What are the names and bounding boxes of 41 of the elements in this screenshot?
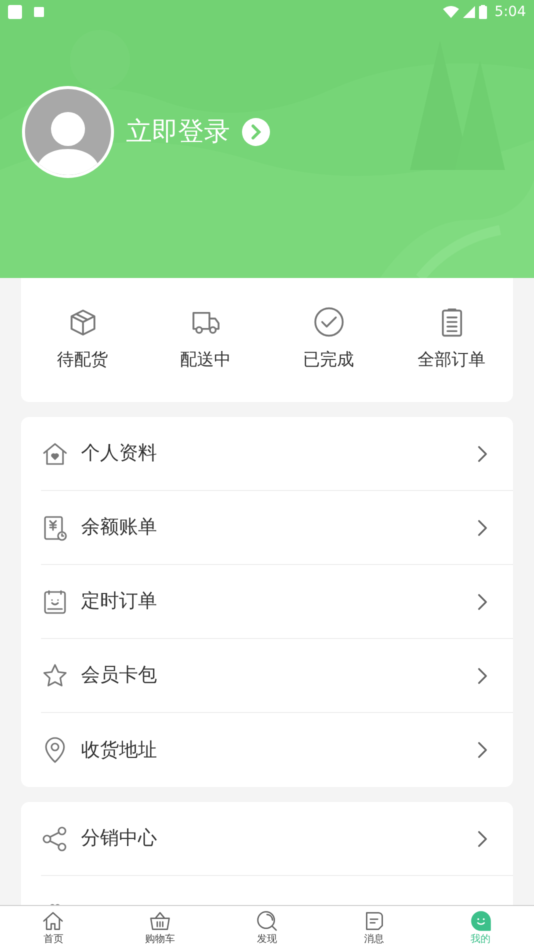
share-icon xyxy=(41,824,69,852)
menu-item[interactable]: 收货地址 xyxy=(41,713,513,787)
menu-item-label: 会员卡包 xyxy=(81,663,158,688)
notification-icon xyxy=(34,7,44,17)
menu-item-label: 分销中心 xyxy=(81,826,158,852)
tab[interactable]: 消息 xyxy=(320,906,428,950)
signal-icon xyxy=(462,6,475,18)
chevron-circle-icon xyxy=(242,118,270,146)
chevron-right-icon xyxy=(475,444,489,464)
chevron-right-icon xyxy=(475,740,489,760)
order-shortcut[interactable]: 已完成 xyxy=(267,306,390,374)
star-icon xyxy=(41,662,69,690)
menu-item[interactable]: 定时订单 xyxy=(41,565,513,639)
order-shortcut[interactable]: 配送中 xyxy=(144,306,267,374)
menu-item[interactable]: 会员卡包 xyxy=(41,639,513,713)
menu-item[interactable]: 余额账单 xyxy=(41,491,513,565)
yuan-bill-icon xyxy=(41,514,69,542)
chevron-right-icon xyxy=(475,592,489,612)
basket-icon xyxy=(149,910,172,932)
menu-item[interactable]: 分销中心 xyxy=(41,802,513,876)
order-shortcut[interactable]: 全部订单 xyxy=(390,306,513,374)
order-shortcut[interactable]: 待配货 xyxy=(21,306,144,374)
wifi-icon xyxy=(442,6,459,18)
smiley-calendar-icon xyxy=(41,588,69,616)
chevron-right-icon xyxy=(475,666,489,686)
notification-icon xyxy=(8,5,22,19)
search-icon xyxy=(256,910,278,932)
house-icon xyxy=(42,910,64,932)
tab[interactable]: 购物车 xyxy=(106,906,214,950)
chevron-right-icon xyxy=(475,518,489,538)
smiley-icon xyxy=(470,910,492,932)
chevron-right-icon xyxy=(475,828,489,848)
menu-item[interactable]: 个人资料 xyxy=(41,417,513,491)
clock: 5:04 xyxy=(494,2,526,22)
menu-item-label: 收货地址 xyxy=(81,738,158,763)
tab[interactable]: 发现 xyxy=(214,906,320,950)
tab[interactable]: 首页 xyxy=(0,906,107,950)
check-circle-icon xyxy=(312,306,344,338)
menu-item-label: 定时订单 xyxy=(81,589,158,614)
menu-item-label: 个人资料 xyxy=(81,441,158,466)
menu-item-label: 余额账单 xyxy=(81,515,158,540)
